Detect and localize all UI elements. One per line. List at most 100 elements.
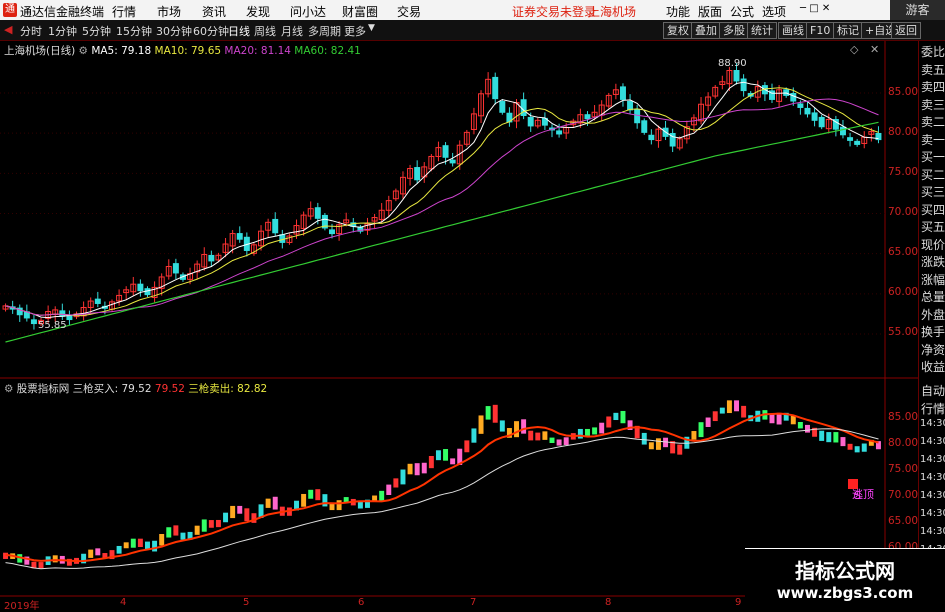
indicator-bar xyxy=(88,549,94,558)
statistics-button[interactable]: 统计 xyxy=(747,22,777,39)
menu-item-quotes[interactable]: 行情 xyxy=(112,3,136,20)
side-panel-item[interactable]: 行情 xyxy=(920,400,945,417)
period-monthly[interactable]: 月线 xyxy=(281,23,303,39)
indicator-bar xyxy=(620,410,626,424)
candle-body xyxy=(236,233,243,240)
side-panel-item[interactable]: 卖五 xyxy=(920,61,945,78)
side-panel-item[interactable]: 卖四 xyxy=(920,78,945,95)
side-panel-item[interactable]: 委比 xyxy=(920,43,945,60)
period-weekly[interactable]: 周线 xyxy=(254,23,276,39)
f10-button[interactable]: F10 xyxy=(806,22,835,39)
mark-button[interactable]: 标记 xyxy=(833,22,863,39)
side-panel-item[interactable]: 14:30 xyxy=(920,418,945,429)
menu-item-wealth[interactable]: 财富圈 xyxy=(342,3,378,20)
y-tick: 55.00 xyxy=(888,326,919,338)
escape-top-label: 逃顶 xyxy=(852,488,874,501)
period-1min[interactable]: 1分钟 xyxy=(48,23,77,39)
ma10-line xyxy=(5,87,879,317)
menu-item-market[interactable]: 市场 xyxy=(157,3,181,20)
menu-item-options[interactable]: 选项 xyxy=(762,3,786,20)
menu-item-formula[interactable]: 公式 xyxy=(730,3,754,20)
indicator-bar xyxy=(741,405,747,418)
trade-login-warning[interactable]: 证券交易未登录 xyxy=(512,3,596,20)
period-intraday[interactable]: 分时 xyxy=(20,23,42,39)
side-panel-item[interactable]: 买五 xyxy=(920,218,945,235)
indicator-bar xyxy=(499,420,505,432)
main-chart-title: 上海机场(日线) xyxy=(4,45,76,57)
side-panel-item[interactable]: 总量 xyxy=(920,288,945,305)
window-controls-icon[interactable]: ─ □ ✕ xyxy=(800,3,830,14)
side-panel-item[interactable]: 14:30 xyxy=(920,436,945,447)
side-panel-item[interactable]: 14:30 xyxy=(920,472,945,483)
indicator-bar xyxy=(435,450,441,461)
side-panel-item[interactable]: 收益 xyxy=(920,358,945,375)
menu-item-ask[interactable]: 问小达 xyxy=(290,3,326,20)
indicator-bar xyxy=(393,478,399,488)
candle-body xyxy=(30,319,37,325)
candle-body xyxy=(627,100,634,111)
overlay-button[interactable]: 叠加 xyxy=(691,22,721,39)
side-panel-item[interactable]: 买一 xyxy=(920,148,945,165)
side-panel-item[interactable]: 卖二 xyxy=(920,113,945,130)
prev-icon[interactable]: ◀ xyxy=(4,23,12,36)
settings-icon[interactable]: ⚙ xyxy=(4,383,13,395)
candle-body xyxy=(172,263,179,274)
side-panel-item[interactable]: 14:30 xyxy=(920,454,945,465)
settings-icon[interactable]: ⚙ xyxy=(79,45,88,57)
draw-line-button[interactable]: 画线 xyxy=(778,22,808,39)
side-panel-item[interactable]: 自动 xyxy=(920,382,945,399)
side-panel-item[interactable]: 涨幅 xyxy=(920,271,945,288)
sub-y-tick: 75.00 xyxy=(888,463,919,475)
menu-item-function[interactable]: 功能 xyxy=(666,3,690,20)
chart-area[interactable] xyxy=(0,41,918,597)
period-60min[interactable]: 60分钟 xyxy=(193,23,229,39)
indicator-bar xyxy=(655,438,661,450)
candle-body xyxy=(790,92,797,102)
current-stock-name: 上海机场 xyxy=(588,5,637,19)
close-panel-icon[interactable]: ✕ xyxy=(870,43,879,56)
candle-body xyxy=(641,120,648,133)
menu-item-layout[interactable]: 版面 xyxy=(698,3,722,20)
period-5min[interactable]: 5分钟 xyxy=(82,23,111,39)
back-button[interactable]: 返回 xyxy=(891,22,921,39)
side-panel-item[interactable]: 14:30 xyxy=(920,526,945,537)
indicator-bar xyxy=(123,542,129,549)
menu-item-discover[interactable]: 发现 xyxy=(246,3,270,20)
side-panel-item[interactable]: 买四 xyxy=(920,201,945,218)
guest-button[interactable]: 游客 xyxy=(890,0,945,20)
period-more[interactable]: 更多 xyxy=(344,23,366,39)
indicator-bar xyxy=(833,432,839,443)
side-panel-item[interactable]: 外盘 xyxy=(920,306,945,323)
menu-item-news[interactable]: 资讯 xyxy=(202,3,226,20)
side-panel-item[interactable]: 换手 xyxy=(920,323,945,340)
side-panel-item[interactable]: 买二 xyxy=(920,166,945,183)
period-15min[interactable]: 15分钟 xyxy=(116,23,152,39)
adjust-button[interactable]: 复权 xyxy=(663,22,693,39)
side-panel-item[interactable]: 14:30 xyxy=(920,508,945,519)
candle-body xyxy=(449,159,456,164)
indicator-bar xyxy=(166,527,172,538)
side-panel-item[interactable]: 买三 xyxy=(920,183,945,200)
indicator-bar xyxy=(840,437,846,447)
side-panel-item[interactable]: 卖一 xyxy=(920,131,945,148)
indicator-bar xyxy=(599,422,605,434)
collapse-icon[interactable]: ◇ xyxy=(850,43,858,56)
y-tick: 85.00 xyxy=(888,86,919,98)
period-multi[interactable]: 多周期 xyxy=(308,23,341,39)
candle-body xyxy=(804,107,811,115)
x-tick: 8 xyxy=(605,597,612,608)
period-30min[interactable]: 30分钟 xyxy=(156,23,192,39)
side-panel-item[interactable]: 卖三 xyxy=(920,96,945,113)
side-panel-item[interactable]: 14:30 xyxy=(920,490,945,501)
side-panel-item[interactable]: 净资 xyxy=(920,341,945,358)
menu-item-trade[interactable]: 交易 xyxy=(397,3,421,20)
multi-stock-button[interactable]: 多股 xyxy=(719,22,749,39)
main-candlestick-chart[interactable] xyxy=(2,63,882,343)
side-panel-item[interactable]: 现价 xyxy=(920,236,945,253)
side-panel-item[interactable]: 涨跌 xyxy=(920,253,945,270)
indicator-chart[interactable] xyxy=(3,400,881,570)
indicator-bar xyxy=(201,519,207,532)
more-dropdown-icon[interactable]: ▼ xyxy=(368,23,375,33)
period-daily[interactable]: 日线 xyxy=(228,23,250,39)
app-logo-icon: 通 xyxy=(3,3,17,17)
